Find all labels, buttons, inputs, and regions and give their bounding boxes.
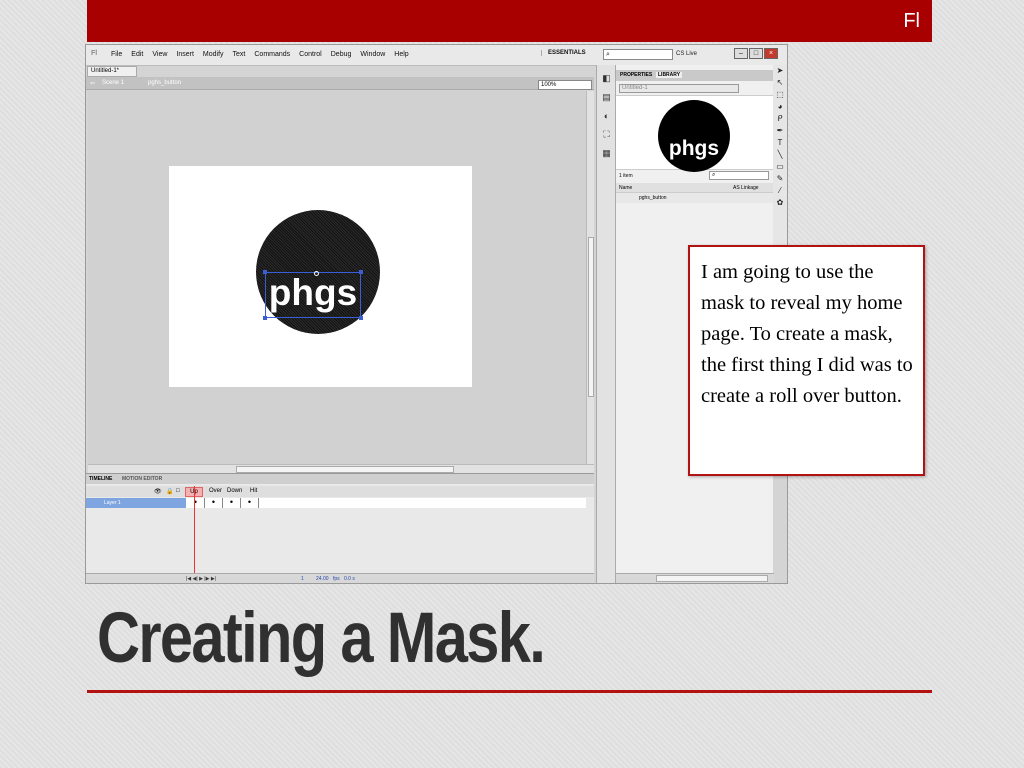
keyframe[interactable]: • [205, 498, 223, 508]
back-arrow-icon[interactable]: ⇦ [90, 80, 95, 87]
corner-label: Fl [903, 10, 920, 32]
menu-text[interactable]: Text [233, 51, 246, 58]
library-preview: phgs [616, 95, 774, 172]
app-logo: Fl [91, 50, 98, 57]
timeline-panel: TIMELINE MOTION EDITOR 👁 🔒 □ Up Over Dow… [86, 473, 594, 583]
frame-label-hit[interactable]: Hit [250, 488, 257, 494]
document-tab[interactable]: Untitled-1* [87, 66, 137, 77]
transform-icon[interactable]: ⛶ [597, 129, 616, 140]
keyframe[interactable]: • [223, 498, 241, 508]
eye-icon[interactable]: 👁 [154, 488, 162, 495]
menu-file[interactable]: File [111, 51, 122, 58]
stage-text[interactable]: phgs [263, 270, 363, 320]
keyframes: • • • • [187, 498, 259, 508]
zoom-select[interactable]: 100% [538, 80, 592, 90]
vertical-scrollbar[interactable] [586, 91, 594, 464]
edit-bar: ⇦ Scene 1 pghs_button 100% [86, 77, 594, 90]
deco-tool-icon[interactable]: ✿ [773, 197, 787, 209]
rectangle-tool-icon[interactable]: ▭ [773, 161, 787, 173]
slide-title: Creating a Mask. [97, 599, 546, 678]
pen-tool-icon[interactable]: ✒ [773, 125, 787, 137]
flash-screenshot: Fl File Edit View Insert Modify Text Com… [85, 44, 788, 584]
3d-tool-icon[interactable]: ◕ [773, 101, 787, 113]
menu-commands[interactable]: Commands [254, 51, 290, 58]
title-bar: Fl [87, 0, 932, 42]
keyframe[interactable]: • [187, 498, 205, 508]
library-footer [616, 573, 774, 583]
window-controls: – □ × [734, 48, 778, 59]
tools-panel: ➤ ↖ ⬚ ◕ ᑭ ✒ T ╲ ▭ ✎ ⁄ ✿ [773, 65, 787, 265]
text-tool-icon[interactable]: T [773, 137, 787, 149]
line-tool-icon[interactable]: ╲ [773, 149, 787, 161]
library-search-input[interactable]: ⌕ [709, 171, 769, 180]
cs-live-button[interactable]: CS Live [676, 51, 697, 57]
timeline-tabs: TIMELINE MOTION EDITOR [86, 474, 594, 484]
playhead[interactable] [194, 486, 195, 576]
workspace-switcher[interactable]: ESSENTIALS [541, 50, 586, 56]
components-icon[interactable]: ▦ [597, 148, 616, 159]
frame-label-down[interactable]: Down [227, 488, 242, 494]
brush-tool-icon[interactable]: ⁄ [773, 185, 787, 197]
keyframe[interactable]: • [241, 498, 259, 508]
tab-timeline[interactable]: TIMELINE [89, 476, 112, 482]
menu-modify[interactable]: Modify [203, 51, 224, 58]
pasteboard: phgs [88, 91, 586, 464]
menu-window[interactable]: Window [360, 51, 385, 58]
timeline-footer: |◀ ◀| ▶ |▶ ▶| 1 24.00 fps 0.0 s [86, 573, 594, 583]
maximize-button[interactable]: □ [749, 48, 763, 59]
menu-help[interactable]: Help [394, 51, 408, 58]
library-item[interactable]: pghs_button [616, 193, 774, 203]
menu-insert[interactable]: Insert [176, 51, 194, 58]
align-icon[interactable]: ▤ [597, 92, 616, 103]
library-preview-symbol: phgs [658, 100, 730, 172]
frame-label-over[interactable]: Over [209, 488, 222, 494]
pencil-tool-icon[interactable]: ✎ [773, 173, 787, 185]
fps-unit: fps [333, 576, 340, 582]
menu-control[interactable]: Control [299, 51, 322, 58]
layer-name[interactable]: Layer 1 [86, 498, 186, 508]
tab-properties[interactable]: PROPERTIES [618, 72, 654, 78]
selection-tool-icon[interactable]: ➤ [773, 65, 787, 77]
menu-view[interactable]: View [152, 51, 167, 58]
info-icon[interactable]: ◐ [597, 111, 616, 121]
menu-edit[interactable]: Edit [131, 51, 143, 58]
registration-point-icon [314, 271, 319, 276]
scene-link[interactable]: Scene 1 [102, 80, 124, 86]
stage-text-label: phgs [268, 272, 358, 313]
subselect-tool-icon[interactable]: ↖ [773, 77, 787, 89]
timeline-body [86, 508, 586, 572]
title-underline [87, 690, 932, 693]
timeline-header: 👁 🔒 □ Up Over Down Hit [86, 486, 594, 497]
playback-controls-icon[interactable]: |◀ ◀| ▶ |▶ ▶| [186, 576, 216, 582]
library-columns: Name AS Linkage [616, 183, 774, 193]
lasso-tool-icon[interactable]: ᑭ [773, 113, 787, 125]
close-button[interactable]: × [764, 48, 778, 59]
column-name[interactable]: Name [619, 185, 632, 191]
tab-library[interactable]: LIBRARY [656, 72, 683, 78]
tab-motion-editor[interactable]: MOTION EDITOR [122, 476, 162, 482]
note-box: I am going to use the mask to reveal my … [688, 245, 925, 476]
horizontal-scrollbar[interactable] [88, 464, 594, 473]
symbol-link[interactable]: pghs_button [148, 80, 181, 86]
swatches-icon[interactable]: ◧ [597, 73, 616, 84]
menu-list: File Edit View Insert Modify Text Comman… [111, 51, 409, 58]
library-item-count: 1 item [619, 173, 633, 179]
layer-row[interactable]: Layer 1 • • • • [86, 498, 586, 508]
outline-icon[interactable]: □ [176, 488, 180, 494]
library-document-select[interactable]: Untitled-1 [619, 84, 739, 93]
frame-number: 1 [301, 576, 304, 582]
panel-dock-icons: ◧ ▤ ◐ ⛶ ▦ [596, 65, 616, 583]
library-tabs: PROPERTIES LIBRARY [616, 70, 774, 81]
search-input[interactable]: ⌕ [603, 49, 673, 60]
column-linkage[interactable]: AS Linkage [733, 185, 759, 191]
fps-value[interactable]: 24.00 [316, 576, 329, 582]
elapsed-time: 0.0 s [344, 576, 355, 582]
menu-bar: Fl File Edit View Insert Modify Text Com… [86, 45, 787, 66]
transform-tool-icon[interactable]: ⬚ [773, 89, 787, 101]
lock-icon[interactable]: 🔒 [166, 488, 173, 495]
minimize-button[interactable]: – [734, 48, 748, 59]
menu-debug[interactable]: Debug [331, 51, 352, 58]
